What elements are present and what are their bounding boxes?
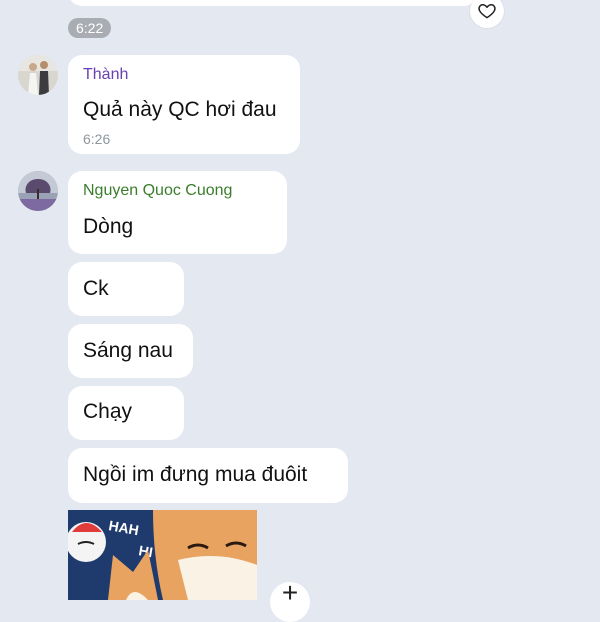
avatar-thanh[interactable] xyxy=(18,55,58,95)
sticker-message[interactable]: HAH HI xyxy=(68,510,257,600)
previous-message-bubble[interactable] xyxy=(68,0,478,6)
message-text: Sáng nau xyxy=(83,339,173,362)
message-bubble[interactable]: Ngồi im đưng mua đuôit xyxy=(68,448,348,503)
avatar-photo xyxy=(18,171,58,211)
heart-outline-icon xyxy=(478,4,496,19)
sender-name: Thành xyxy=(83,66,129,83)
message-bubble[interactable]: Nguyen Quoc Cuong Dòng xyxy=(68,171,287,254)
sender-name: Nguyen Quoc Cuong xyxy=(83,182,233,199)
react-heart-button[interactable] xyxy=(470,0,504,28)
message-text: Ck xyxy=(83,277,109,300)
add-reaction-button[interactable]: + xyxy=(270,577,310,622)
avatar-photo xyxy=(18,55,58,95)
message-time: 6:26 xyxy=(83,131,111,147)
time-pill: 6:22 xyxy=(68,18,112,38)
message-bubble[interactable]: Chạy xyxy=(68,386,184,440)
message-text: Quả này QC hơi đau xyxy=(83,98,277,121)
avatar-nguyen-quoc-cuong[interactable] xyxy=(18,171,58,211)
message-bubble[interactable]: Thành Quả này QC hơi đau 6:26 xyxy=(68,55,300,154)
plus-icon: + xyxy=(281,577,299,608)
message-bubble[interactable]: Ck xyxy=(68,262,184,316)
message-text: Chạy xyxy=(83,400,133,423)
message-text: Ngồi im đưng mua đuôit xyxy=(83,463,308,486)
sticker-image: HAH HI xyxy=(68,510,257,600)
message-text: Dòng xyxy=(83,215,134,238)
message-bubble[interactable]: Sáng nau xyxy=(68,324,193,378)
